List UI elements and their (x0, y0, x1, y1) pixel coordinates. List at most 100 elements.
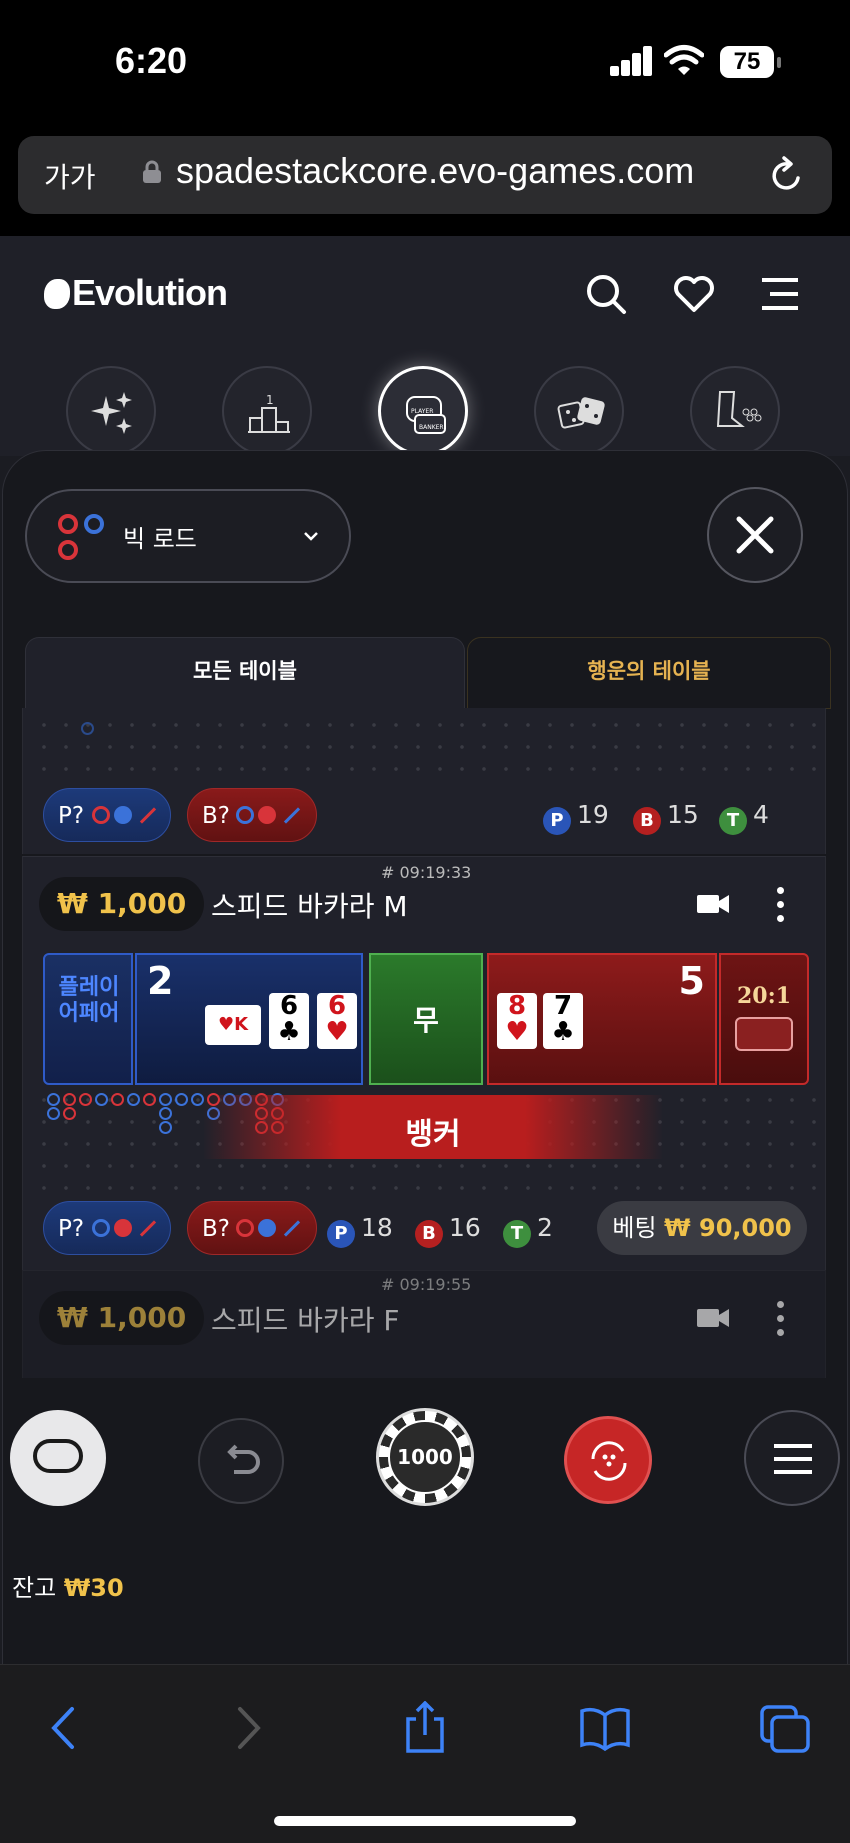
search-icon[interactable] (584, 272, 628, 316)
wifi-icon (664, 45, 704, 75)
category-dice[interactable] (534, 366, 624, 456)
sparkle-icon (91, 392, 132, 434)
svg-text:BANKER: BANKER (419, 424, 444, 431)
menu-button[interactable] (744, 1410, 840, 1506)
player-win-count: P 19 (543, 800, 609, 835)
battery-icon: 75 (720, 46, 781, 78)
menu-icon[interactable] (758, 272, 802, 316)
game-show-icon (716, 391, 762, 427)
chevron-down-icon (304, 532, 318, 541)
rebet-button[interactable] (564, 1416, 652, 1504)
balance-amount: ₩30 (63, 1574, 124, 1602)
banker-win-count: B 16 (415, 1213, 481, 1248)
result-banner: 뱅커 (203, 1095, 663, 1159)
banker-prediction-button[interactable]: B? (187, 1201, 317, 1255)
table-round-id: # 09:19:55 (381, 1275, 472, 1294)
tab-all-tables[interactable]: 모든 테이블 (25, 637, 465, 709)
banker-bet-area[interactable]: 5 8 ♥ 7 ♣ (487, 953, 717, 1085)
player-prediction-button[interactable]: P? (43, 1201, 171, 1255)
side-bet-payout: 20:1 (736, 983, 792, 1009)
side-bet-area[interactable]: 20:1 (719, 953, 809, 1085)
big-road-icon (58, 514, 104, 560)
evolution-logo: Evolution (44, 272, 228, 314)
balance: 잔고 ₩30 (12, 1574, 124, 1602)
banker-prediction-button[interactable]: B? (187, 788, 317, 842)
bookmarks-icon[interactable] (578, 1701, 632, 1755)
tie-bet-area[interactable]: 무 (369, 953, 483, 1085)
close-button[interactable] (707, 487, 803, 583)
player-card-2: 6 ♣ (269, 993, 309, 1049)
reload-icon[interactable] (766, 156, 806, 196)
category-featured[interactable] (66, 366, 156, 456)
repeat-bet-icon (591, 1441, 627, 1481)
back-icon[interactable] (38, 1701, 92, 1755)
table-row-speed-baccarat-m[interactable]: # 09:19:33 ₩ 1,000 스피드 바카라 M 플레이어페어 2 ♥K… (22, 856, 826, 1270)
tab-lucky-tables[interactable]: 행운의 테이블 (467, 637, 831, 709)
player-prediction-button[interactable]: P? (43, 788, 171, 842)
share-icon[interactable] (398, 1701, 452, 1755)
category-game-shows[interactable] (690, 366, 780, 456)
road-type-label: 빅 로드 (123, 525, 197, 553)
banker-score: 5 (678, 959, 705, 1003)
home-indicator (274, 1816, 576, 1826)
forward-icon[interactable] (220, 1701, 274, 1755)
status-bar: 6:20 75 (0, 0, 850, 120)
table-row-speed-baccarat-f[interactable]: # 09:19:55 ₩ 1,000 스피드 바카라 F (22, 1270, 826, 1378)
heart-icon[interactable] (672, 272, 716, 316)
table-view-button[interactable] (10, 1410, 106, 1506)
table-icon (33, 1439, 83, 1473)
result-text: 뱅커 (405, 1117, 461, 1152)
close-icon (736, 516, 774, 554)
svg-text:PLAYER: PLAYER (411, 408, 433, 415)
video-camera-icon[interactable] (697, 893, 729, 915)
undo-button[interactable] (198, 1418, 284, 1504)
side-bet-icon (735, 1017, 793, 1051)
chip-selector[interactable]: 1000 (376, 1408, 474, 1506)
logo-mark-icon (44, 279, 70, 309)
prediction-icons (236, 806, 306, 826)
tie-count: T2 (503, 1213, 553, 1248)
signal-icon (610, 44, 652, 76)
player-card-1: ♥K (205, 1005, 261, 1045)
screen: 6:20 75 가가 spadestackcore.evo-games.com (0, 0, 850, 1843)
table-tabs: 모든 테이블 행운의 테이블 (25, 637, 831, 709)
podium-icon: 1 (248, 393, 290, 433)
player-score: 2 (147, 959, 174, 1003)
video-camera-icon[interactable] (697, 1307, 729, 1329)
clock: 6:20 (115, 40, 188, 81)
table-name: 스피드 바카라 F (211, 1304, 400, 1337)
road-type-dropdown[interactable]: 빅 로드 (25, 489, 351, 583)
player-win-count: P 18 (327, 1213, 393, 1248)
tie-count: T4 (719, 800, 769, 835)
more-options-icon[interactable] (775, 887, 785, 925)
table-name: 스피드 바카라 M (211, 890, 408, 923)
url-text[interactable]: spadestackcore.evo-games.com (176, 150, 694, 192)
player-pair-bet[interactable]: 플레이어페어 (43, 953, 133, 1085)
address-bar[interactable]: 가가 spadestackcore.evo-games.com (18, 136, 832, 214)
table-round-id: # 09:19:33 (381, 863, 472, 882)
text-size-button[interactable]: 가가 (44, 156, 96, 196)
table-row-top[interactable]: P? B? P 19 B 15 T4 (22, 708, 826, 854)
hamburger-icon (774, 1444, 812, 1474)
player-bet-area[interactable]: 2 ♥K 6 ♣ 6 ♥ (135, 953, 363, 1085)
category-baccarat[interactable]: PLAYER BANKER (378, 366, 468, 456)
more-options-icon[interactable] (775, 1301, 785, 1339)
app-header: Evolution 1 PLAYER BANKER (0, 236, 850, 456)
dice-icon (557, 397, 605, 429)
tabs-icon[interactable] (758, 1701, 812, 1755)
banker-card-2: 7 ♣ (543, 993, 583, 1049)
baccarat-icon: PLAYER BANKER (406, 396, 446, 434)
prediction-icons (92, 806, 162, 826)
big-road-grid (33, 714, 817, 784)
browser-toolbar: 가가 spadestackcore.evo-games.com (0, 120, 850, 236)
undo-icon (227, 1444, 260, 1474)
svg-text:1: 1 (266, 393, 274, 407)
banker-win-count: B 15 (633, 800, 699, 835)
banker-card-1: 8 ♥ (497, 993, 537, 1049)
prediction-icons (92, 1219, 162, 1239)
min-bet-badge: ₩ 1,000 (39, 1291, 205, 1345)
lock-icon (143, 160, 161, 183)
category-top-games[interactable]: 1 (222, 366, 312, 456)
prediction-icons (236, 1219, 306, 1239)
player-card-3: 6 ♥ (317, 993, 357, 1049)
